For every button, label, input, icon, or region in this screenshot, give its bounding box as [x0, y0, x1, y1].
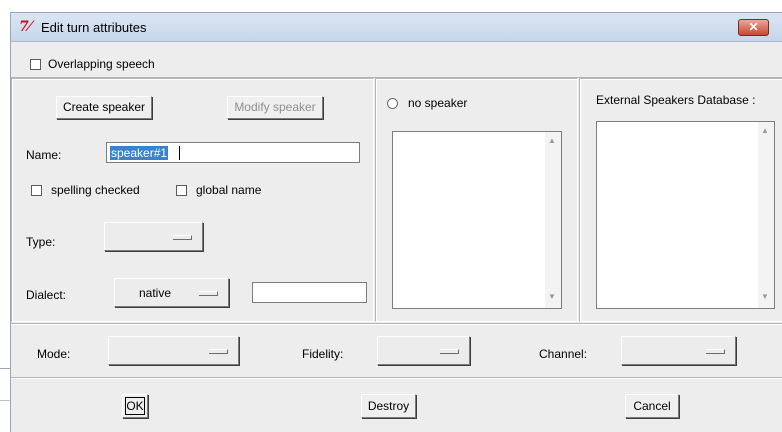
dialect-extra-field[interactable]: [252, 282, 367, 303]
dialect-label: Dialect:: [26, 288, 67, 302]
chevron-down-icon: [199, 291, 218, 296]
modify-speaker-label: Modify speaker: [234, 100, 316, 114]
modify-speaker-button[interactable]: Modify speaker: [227, 96, 323, 119]
name-field-value: speaker#1: [110, 146, 169, 160]
cancel-button[interactable]: Cancel: [625, 394, 679, 418]
background-window-edge: [0, 368, 10, 369]
overlapping-speech-label: Overlapping speech: [48, 57, 155, 71]
channel-label: Channel:: [539, 347, 588, 361]
destroy-label: Destroy: [367, 399, 410, 413]
type-label: Type:: [26, 235, 56, 249]
chevron-down-icon: [440, 349, 459, 354]
type-menu-button[interactable]: [104, 222, 203, 251]
chevron-down-icon: [173, 235, 192, 240]
spelling-checked-checkbox[interactable]: [31, 185, 42, 196]
tk-feather-icon: 7⁄: [19, 19, 32, 35]
channel-menu-button[interactable]: [621, 336, 736, 365]
fidelity-label: Fidelity:: [302, 347, 344, 361]
speaker-list-scrollbar[interactable]: ▲ ▼: [545, 132, 561, 308]
text-caret: [179, 146, 180, 160]
close-button[interactable]: ✕: [738, 19, 769, 36]
window-title: Edit turn attributes: [41, 20, 147, 35]
dialog-window: 7⁄ Edit turn attributes ✕ Overlapping sp…: [10, 12, 782, 432]
scroll-down-icon[interactable]: ▼: [548, 292, 556, 301]
scroll-up-icon[interactable]: ▲: [761, 126, 769, 135]
spelling-checked-label: spelling checked: [51, 183, 140, 197]
ok-label: OK: [126, 399, 144, 413]
name-label: Name:: [26, 148, 62, 162]
no-speaker-label: no speaker: [408, 96, 468, 110]
speaker-attributes-panel: Create speaker Modify speaker Name: spea…: [11, 78, 374, 322]
create-speaker-button[interactable]: Create speaker: [56, 96, 152, 119]
global-name-checkbox[interactable]: [176, 185, 187, 196]
chevron-down-icon: [209, 349, 228, 354]
external-db-panel: External Speakers Database : ▲ ▼: [579, 78, 782, 322]
no-speaker-radio[interactable]: [387, 98, 398, 109]
destroy-button[interactable]: Destroy: [361, 394, 416, 418]
external-db-label: External Speakers Database :: [596, 93, 756, 107]
scroll-down-icon[interactable]: ▼: [761, 292, 769, 301]
overlapping-speech-checkbox[interactable]: [30, 59, 41, 70]
close-icon: ✕: [748, 20, 759, 34]
dialect-menu-button[interactable]: native: [114, 278, 229, 307]
dialect-value: native: [139, 286, 172, 300]
mode-label: Mode:: [37, 347, 71, 361]
chevron-down-icon: [706, 349, 725, 354]
ok-button[interactable]: OK: [122, 394, 148, 418]
external-db-listbox[interactable]: ▲ ▼: [596, 121, 775, 309]
speaker-list-panel: no speaker ▲ ▼: [375, 78, 578, 322]
cancel-label: Cancel: [633, 399, 671, 413]
create-speaker-label: Create speaker: [62, 100, 146, 114]
mode-menu-button[interactable]: [108, 336, 239, 365]
global-name-label: global name: [196, 183, 262, 197]
background-window-edge-2: [0, 400, 10, 401]
fidelity-menu-button[interactable]: [377, 336, 470, 365]
separator-middle: [11, 323, 782, 325]
external-db-scrollbar[interactable]: ▲ ▼: [758, 122, 774, 308]
title-bar: 7⁄ Edit turn attributes ✕: [11, 13, 782, 42]
scroll-up-icon[interactable]: ▲: [548, 136, 556, 145]
separator-bottom: [11, 377, 782, 379]
speaker-listbox[interactable]: ▲ ▼: [392, 131, 562, 309]
name-field[interactable]: speaker#1: [106, 142, 360, 163]
